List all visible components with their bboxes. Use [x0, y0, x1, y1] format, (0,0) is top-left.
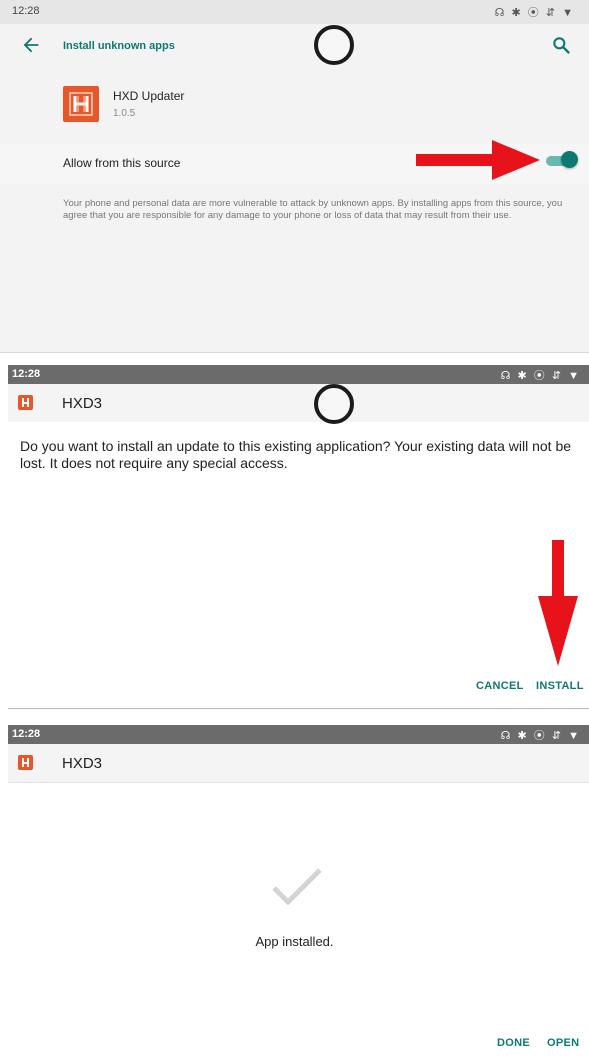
- status-bar: 12:28 ☊ ✱ ⦿ ⇵ ▼: [8, 725, 589, 744]
- installer-app-title: HXD3: [62, 395, 103, 412]
- open-button[interactable]: OPEN: [547, 1037, 579, 1049]
- home-circle-icon[interactable]: [314, 25, 354, 65]
- status-icons: ☊ ✱ ⦿ ⇵ ▼: [494, 7, 575, 19]
- status-icons: ☊ ✱ ⦿ ⇵ ▼: [500, 370, 581, 382]
- status-time: 12:28: [12, 5, 40, 17]
- install-button[interactable]: INSTALL: [536, 680, 584, 692]
- setting-label: Allow from this source: [63, 156, 181, 170]
- home-circle-icon[interactable]: [314, 384, 354, 424]
- hxd-app-icon: [18, 755, 33, 770]
- hxd-app-icon: [63, 86, 99, 122]
- install-success-text: App installed.: [255, 934, 334, 949]
- status-bar: 12:28 ☊ ✱ ⦿ ⇵ ▼: [8, 365, 589, 384]
- search-icon[interactable]: [551, 35, 571, 55]
- back-arrow-icon[interactable]: [20, 34, 42, 56]
- status-bar: 12:28 ☊ ✱ ⦿ ⇵ ▼: [0, 0, 589, 24]
- status-time: 12:28: [12, 728, 41, 740]
- install-prompt-text: Do you want to install an update to this…: [20, 438, 572, 471]
- checkmark-icon: [272, 868, 322, 906]
- done-button[interactable]: DONE: [497, 1037, 530, 1049]
- hxd-app-icon: [18, 395, 33, 410]
- status-icons: ☊ ✱ ⦿ ⇵ ▼: [500, 730, 581, 742]
- security-warning-text: Your phone and personal data are more vu…: [63, 198, 563, 221]
- divider: [0, 352, 589, 353]
- divider: [8, 708, 589, 709]
- app-version: 1.0.5: [113, 108, 136, 119]
- status-time: 12:28: [12, 368, 41, 380]
- red-arrow-annotation: [538, 540, 578, 666]
- allow-toggle[interactable]: [561, 151, 578, 168]
- installer-app-title: HXD3: [62, 755, 103, 772]
- cancel-button[interactable]: CANCEL: [476, 680, 524, 692]
- red-arrow-annotation: [416, 140, 540, 180]
- app-name: HXD Updater: [113, 89, 185, 103]
- page-title: Install unknown apps: [63, 40, 175, 52]
